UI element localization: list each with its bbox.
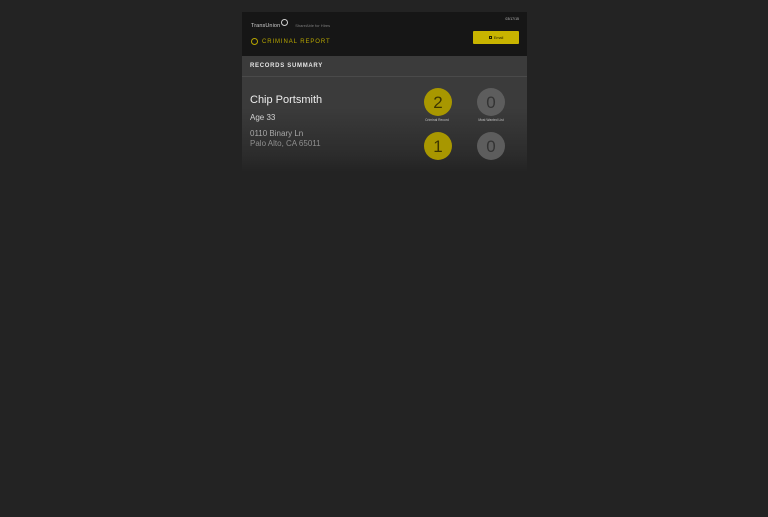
brand: TransUnion ShareAble for Hires	[251, 19, 331, 29]
records-summary-heading: RECORDS SUMMARY	[250, 63, 323, 69]
criminal-record-count[interactable]: 2	[424, 88, 452, 116]
report-title: CRIMINAL REPORT	[262, 38, 331, 45]
criminal-record-label: Criminal Record	[425, 118, 449, 122]
person-name: Chip Portsmith	[250, 94, 323, 106]
stat-count-3[interactable]: 1	[424, 132, 452, 160]
mail-icon	[488, 36, 492, 39]
criminal-report-icon	[251, 38, 258, 45]
email-button-label: Email	[493, 35, 504, 40]
most-wanted-label: Most Wanted List	[478, 118, 504, 122]
records-summary-section: RECORDS SUMMARY Chip Portsmith Age 33 01…	[242, 56, 527, 172]
most-wanted-count[interactable]: 0	[477, 88, 505, 116]
logo-mark-icon	[281, 19, 289, 26]
criminal-report-card: TransUnion ShareAble for Hires 03/17/15 …	[242, 12, 527, 172]
address-line-1: 0110 Binary Ln	[250, 129, 304, 138]
report-header: TransUnion ShareAble for Hires 03/17/15 …	[242, 12, 527, 56]
tagline: ShareAble for Hires	[295, 23, 331, 28]
report-title-row: CRIMINAL REPORT	[251, 38, 331, 45]
report-date: 03/17/15	[505, 17, 519, 21]
transunion-logo: TransUnion	[251, 22, 281, 29]
divider	[242, 76, 527, 77]
person-age: Age 33	[250, 113, 276, 122]
address-line-2: Palo Alto, CA 65011	[250, 139, 321, 148]
stat-count-4[interactable]: 0	[477, 132, 505, 160]
email-button[interactable]: Email	[473, 31, 519, 44]
